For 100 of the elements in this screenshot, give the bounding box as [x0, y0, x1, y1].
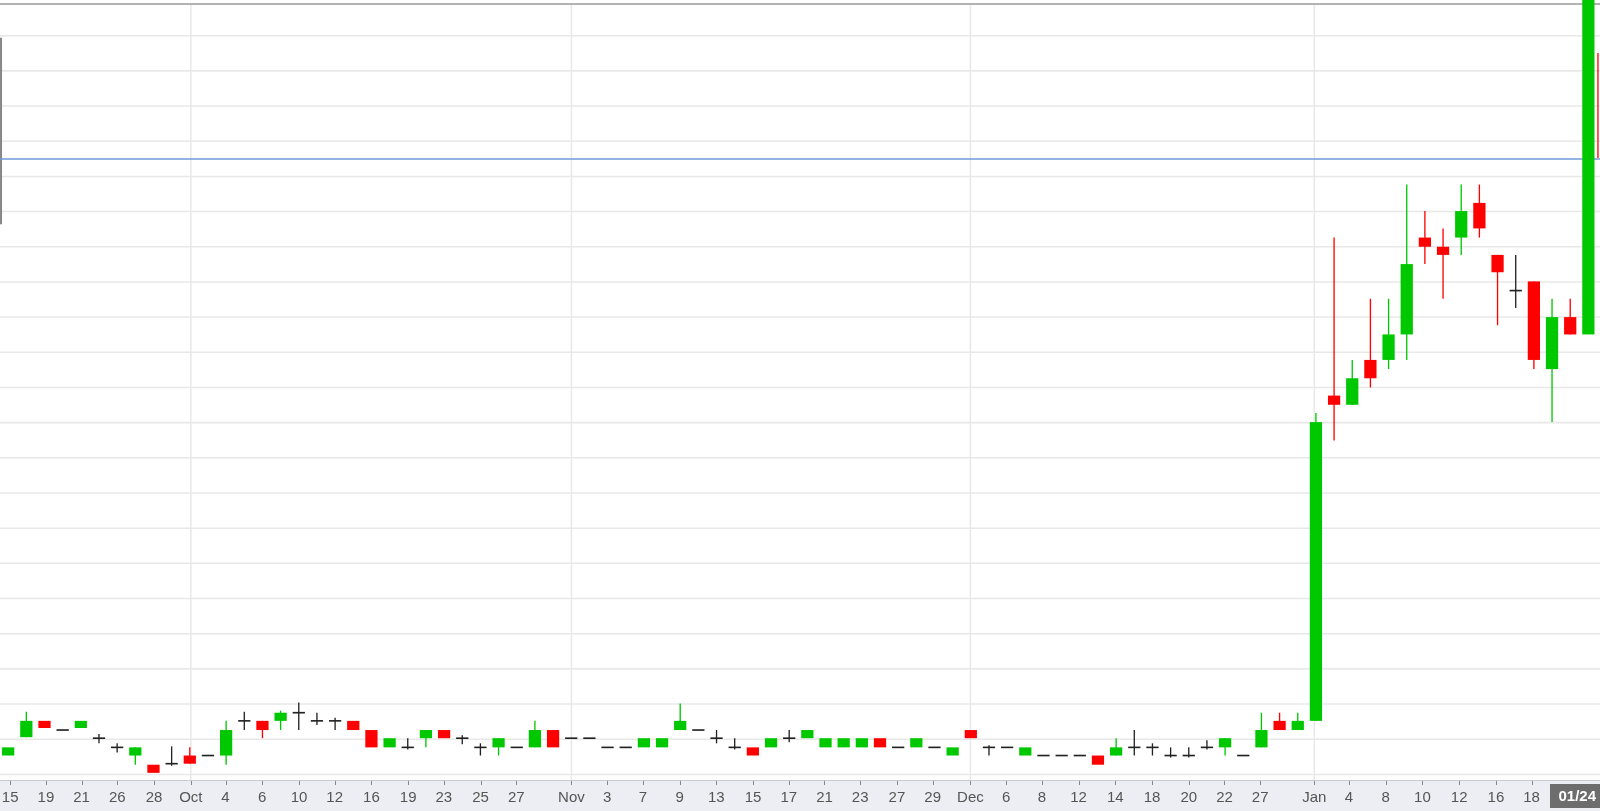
candlestick: [1019, 747, 1032, 756]
candlestick: [692, 729, 705, 731]
candlestick: [910, 738, 923, 748]
candlestick: [1200, 739, 1214, 751]
candlestick: [764, 738, 778, 748]
candlestick: [855, 738, 868, 748]
axis-label: 16: [363, 788, 380, 805]
axis-label: 12: [326, 788, 344, 805]
axis-label: Nov: [558, 788, 585, 805]
candlestick: [619, 746, 632, 749]
candlestick: [1037, 754, 1050, 757]
candlestick: [274, 710, 287, 731]
candlestick: [783, 729, 796, 743]
cursor-date-badge: 01/24: [1550, 784, 1600, 808]
candlestick: [456, 734, 469, 745]
candlestick: [601, 746, 614, 749]
candlestick: [365, 730, 378, 748]
axis-label: Dec: [957, 788, 984, 805]
candlestick: [165, 745, 178, 767]
axis-label: 7: [638, 788, 647, 805]
axis-label: 27: [1251, 788, 1269, 805]
axis-label: 10: [1414, 788, 1431, 805]
axis-label: 16: [1487, 788, 1505, 805]
candlestick: [92, 733, 106, 744]
axis-label: 9: [675, 788, 684, 805]
candlestick: [183, 746, 196, 765]
candlestick: [1564, 298, 1577, 336]
candlestick: [220, 720, 233, 766]
candlestick: [1509, 254, 1522, 309]
candlestick: [528, 720, 541, 749]
candlestick: [546, 730, 560, 748]
axis-label: 19: [37, 788, 55, 805]
candlestick: [837, 738, 850, 748]
axis-label: 6: [1001, 788, 1011, 805]
candlestick: [1055, 754, 1068, 757]
axis-label: 10: [290, 788, 308, 805]
candlestick: [201, 754, 215, 757]
candlestick: [1146, 742, 1159, 757]
candlestick: [38, 720, 51, 728]
candlestick: [710, 729, 723, 744]
axis-label: 19: [399, 788, 417, 805]
candlestick: [928, 746, 941, 749]
candlestick: [1128, 729, 1141, 757]
candlestick: [1237, 754, 1250, 757]
axis-label: 4: [221, 788, 230, 805]
candlestick: [655, 738, 669, 748]
candlestick: [982, 744, 996, 757]
candlestick: [1418, 210, 1431, 265]
axis-label: 4: [1344, 788, 1354, 805]
candlestick: [1001, 746, 1014, 749]
candlestick: [56, 729, 69, 731]
axis-label: 15: [744, 788, 762, 805]
axis-label: Jan: [1302, 788, 1327, 805]
candlestick: [637, 738, 650, 748]
candlestick: [1273, 712, 1286, 731]
candlestick: [74, 720, 87, 728]
candlestick: [20, 711, 33, 738]
candlestick: [510, 746, 523, 749]
candlestick: [111, 742, 124, 754]
candlestick: [728, 737, 741, 751]
axis-label: 27: [507, 788, 525, 805]
candlestick: [583, 737, 596, 739]
candlestick: [329, 717, 342, 731]
candlestick: [492, 737, 505, 757]
candlestick: [1219, 737, 1232, 757]
candlestick: [892, 746, 905, 749]
axis-label: 21: [73, 788, 90, 805]
axis-label: 8: [1037, 788, 1046, 805]
candlestick: [1346, 359, 1359, 406]
axis-label: 15: [1, 788, 19, 805]
axis-label: 18: [1523, 788, 1540, 805]
axis-label: 25: [472, 788, 489, 805]
candlestick: [819, 738, 832, 748]
candlestick: [1182, 746, 1195, 759]
candlestick: [946, 747, 959, 756]
axis-label: 13: [707, 788, 725, 805]
axis-label: 21: [816, 788, 833, 805]
candlestick: [347, 720, 360, 731]
candlestick: [1255, 712, 1268, 749]
axis-label: 28: [145, 788, 163, 805]
candlestick: [565, 737, 578, 739]
axis-label: 17: [780, 788, 798, 805]
candlestick: [383, 738, 396, 748]
candlestick: [401, 737, 414, 751]
axis-label: 23: [435, 788, 453, 805]
candlestick: [474, 742, 487, 757]
axis-label: 23: [851, 788, 869, 805]
candlestick: [1491, 254, 1504, 326]
candlestick: [437, 730, 451, 739]
candlestick: [1110, 737, 1123, 757]
axis-label: 22: [1216, 788, 1233, 805]
axis-label: 18: [1143, 788, 1161, 805]
candlestick: [964, 730, 977, 739]
axis-label: Oct: [179, 788, 203, 805]
candlestick: [1382, 298, 1395, 370]
candlestick: [256, 720, 269, 739]
candlestick: [2, 747, 15, 756]
axis-label: 29: [924, 788, 941, 805]
candlestick: [292, 701, 305, 731]
candlestick: [1073, 754, 1086, 757]
